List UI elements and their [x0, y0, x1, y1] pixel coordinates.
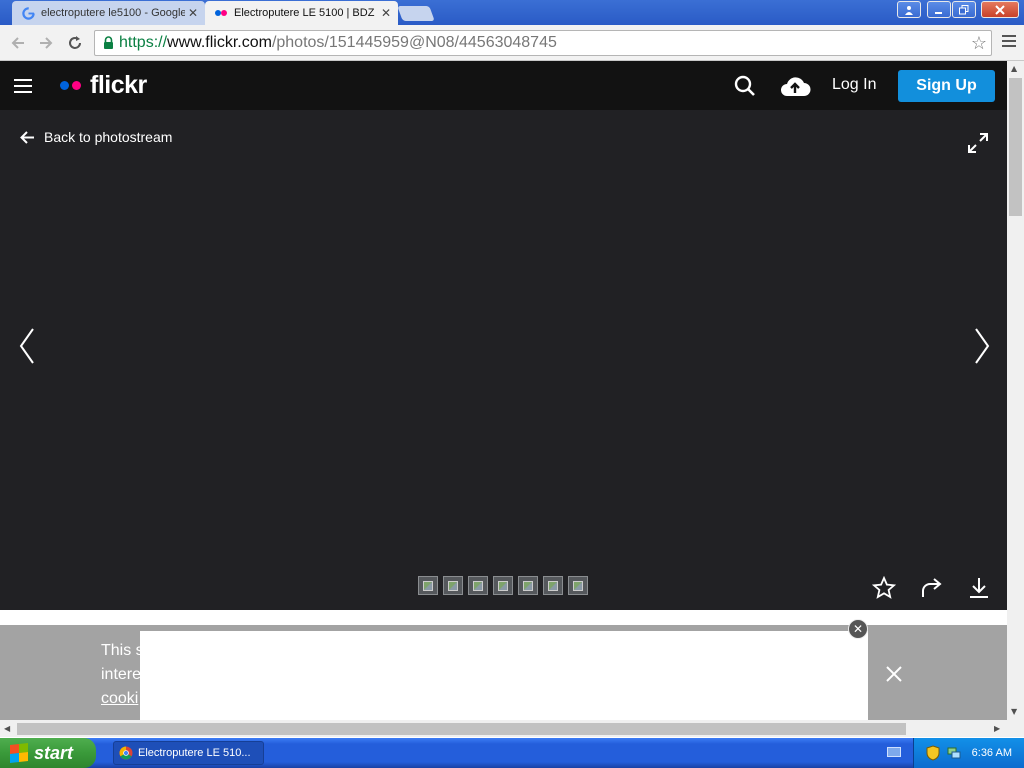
broken-image-thumbnail[interactable]	[443, 576, 463, 595]
user-profile-icon[interactable]	[897, 1, 921, 18]
horizontal-scroll-thumb[interactable]	[17, 723, 906, 735]
url-path: /photos/151445959@N08/44563048745	[271, 34, 557, 51]
tab-flickr-photo[interactable]: Electroputere LE 5100 | BDZ ✕	[205, 1, 398, 25]
tab-close-icon[interactable]: ✕	[378, 6, 394, 20]
previous-photo-chevron-icon[interactable]	[17, 327, 37, 365]
photo-viewer: Back to photostream	[0, 110, 1007, 610]
back-label: Back to photostream	[44, 129, 173, 145]
advertisement-box	[140, 631, 868, 721]
url-host: www.flickr.com	[167, 34, 272, 51]
tab-title: Electroputere LE 5100 | BDZ	[234, 7, 375, 19]
back-to-photostream-link[interactable]: Back to photostream	[20, 129, 172, 145]
security-shield-icon[interactable]	[926, 745, 940, 761]
network-icon[interactable]	[946, 745, 962, 761]
scroll-down-arrow-icon[interactable]: ▼	[1011, 707, 1017, 716]
keyboard-language-icon[interactable]	[887, 747, 901, 757]
hamburger-menu-icon[interactable]	[14, 79, 32, 97]
system-tray: 6:36 AM	[913, 738, 1024, 768]
reload-icon[interactable]	[63, 31, 87, 55]
vertical-scroll-thumb[interactable]	[1009, 78, 1022, 216]
lock-icon	[97, 36, 119, 50]
upload-cloud-icon[interactable]	[779, 73, 811, 99]
flickr-header: flickr Log In Sign Up	[0, 61, 1007, 110]
flickr-favicon-icon	[214, 6, 228, 20]
screen: electroputere le5100 - Google ✕ Electrop…	[0, 0, 1024, 768]
url-scheme: https://	[119, 34, 168, 51]
download-icon[interactable]	[967, 576, 991, 600]
windows-taskbar: start Electroputere LE 510... 6:36 AM	[0, 738, 1024, 768]
google-favicon-icon	[21, 6, 35, 20]
logo-wordmark: flickr	[90, 70, 147, 99]
logo-blue-dot	[60, 80, 69, 90]
scroll-up-arrow-icon[interactable]: ▲	[1011, 64, 1017, 73]
back-arrow-icon[interactable]	[6, 31, 30, 55]
close-window-button[interactable]	[981, 1, 1019, 18]
flickr-logo[interactable]: flickr	[60, 70, 147, 100]
taskbar-window-chrome[interactable]: Electroputere LE 510...	[113, 741, 264, 765]
chrome-icon	[119, 746, 133, 760]
address-bar[interactable]: https://www.flickr.com/photos/151445959@…	[94, 30, 992, 56]
arrow-left-icon	[20, 130, 34, 144]
scrollbar-corner	[1007, 720, 1024, 737]
forward-arrow-icon[interactable]	[34, 31, 58, 55]
browser-menu-icon[interactable]	[1002, 35, 1016, 49]
favorite-star-icon[interactable]	[872, 576, 896, 600]
cookie-close-icon[interactable]	[883, 663, 905, 685]
broken-image-thumbnail[interactable]	[418, 576, 438, 595]
broken-image-thumbnail[interactable]	[543, 576, 563, 595]
start-label: start	[34, 742, 74, 763]
ad-close-icon[interactable]: ✕	[848, 619, 868, 639]
browser-tab-strip: electroputere le5100 - Google ✕ Electrop…	[0, 0, 1024, 25]
logo-pink-dot	[72, 80, 81, 90]
minimize-button[interactable]	[927, 1, 951, 18]
scroll-left-arrow-icon[interactable]: ◀	[4, 724, 10, 733]
taskbar-window-title: Electroputere LE 510...	[138, 747, 251, 759]
windows-logo-icon	[10, 743, 28, 763]
bookmark-star-icon[interactable]: ☆	[971, 33, 987, 54]
broken-image-thumbnail[interactable]	[518, 576, 538, 595]
broken-image-thumbnail[interactable]	[468, 576, 488, 595]
browser-toolbar: https://www.flickr.com/photos/151445959@…	[0, 25, 1024, 61]
share-arrow-icon[interactable]	[920, 576, 944, 600]
tab-close-icon[interactable]: ✕	[185, 6, 201, 20]
log-in-link[interactable]: Log In	[832, 76, 876, 94]
tab-title: electroputere le5100 - Google	[41, 7, 185, 19]
fullscreen-expand-icon[interactable]	[966, 131, 990, 155]
start-button[interactable]: start	[0, 738, 96, 768]
sign-up-button[interactable]: Sign Up	[898, 70, 995, 102]
broken-image-thumbnail[interactable]	[568, 576, 588, 595]
taskbar-clock[interactable]: 6:36 AM	[972, 747, 1012, 759]
tab-google-search[interactable]: electroputere le5100 - Google ✕	[12, 1, 205, 25]
next-photo-chevron-icon[interactable]	[972, 327, 992, 365]
photo-thumbnail-strip	[418, 576, 593, 595]
search-icon[interactable]	[732, 73, 758, 99]
restore-button[interactable]	[952, 1, 976, 18]
new-tab-button[interactable]	[397, 6, 435, 21]
broken-image-thumbnail[interactable]	[493, 576, 513, 595]
scroll-right-arrow-icon[interactable]: ▶	[994, 724, 1000, 733]
